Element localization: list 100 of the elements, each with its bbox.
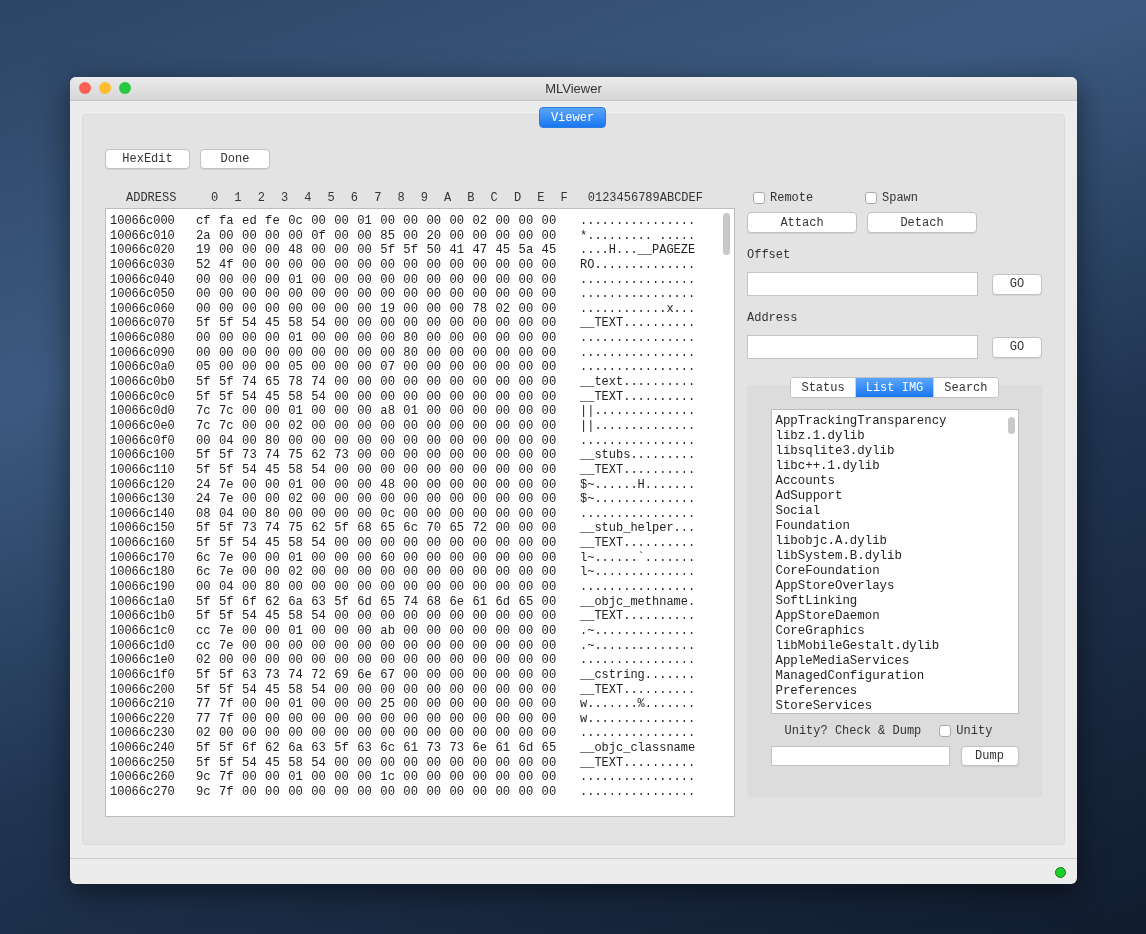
ascii-text: w............... <box>580 711 696 727</box>
close-button[interactable] <box>79 82 91 94</box>
hex-bytes: 02 00 00 00 00 00 00 00 00 00 00 00 00 00 00 00 <box>196 726 558 742</box>
minimize-button[interactable] <box>99 82 111 94</box>
address-cell-text: 10066c170 <box>110 550 176 566</box>
hex-bytes: 00 04 00 80 00 00 00 00 00 00 00 00 00 00 00 00 <box>196 433 558 449</box>
address-cell-text: 10066c220 <box>110 711 176 727</box>
scrollbar-thumb[interactable] <box>1007 417 1015 434</box>
toolbar-button[interactable]: HexEdit <box>105 149 190 169</box>
address-cell-text: 10066c0c0 <box>110 389 176 405</box>
ascii-text: RO.............. <box>580 257 696 273</box>
list-item[interactable]: AppStoreDaemon <box>775 609 1018 624</box>
address-field[interactable] <box>747 335 978 359</box>
address-cell-text: 10066c200 <box>110 682 176 698</box>
go-button[interactable]: GO <box>992 273 1042 295</box>
address-cell-text: 10066c120 <box>110 477 176 493</box>
ascii-text: __stubs......... <box>580 448 696 463</box>
ascii-text: ................ <box>580 360 696 376</box>
address-cell-text: 10066c010 <box>110 228 176 244</box>
ascii-text: ||.............. <box>580 418 696 434</box>
list-item[interactable]: AdSupport <box>775 489 1018 504</box>
hex-bytes: 5f 5f 54 45 58 54 00 00 00 00 00 00 00 00 00 00 <box>196 389 558 405</box>
address-cell-text: 10066c240 <box>110 741 176 756</box>
hex-bytes: 6c 7e 00 00 02 00 00 00 00 00 00 00 00 00 00 00 <box>196 565 558 580</box>
column-header: 9 <box>419 191 429 205</box>
list-item[interactable]: libsqlite3.dylib <box>775 444 1018 459</box>
list-item[interactable]: AppStoreOverlays <box>775 579 1018 594</box>
list-item[interactable]: Social <box>775 504 1018 519</box>
column-header: 8 <box>396 191 406 205</box>
address-cell-text: 10066c230 <box>110 726 176 742</box>
ascii-text: ................ <box>580 726 696 742</box>
ascii-text: ................ <box>580 287 696 302</box>
address-cell-text: 10066c150 <box>110 521 176 537</box>
list-item[interactable]: libz.1.dylib <box>775 429 1018 444</box>
list-item[interactable]: SoftLinking <box>775 594 1018 609</box>
checkbox[interactable]: Spawn <box>865 191 977 205</box>
ascii-text: __TEXT.......... <box>580 389 696 405</box>
scrollbar-thumb[interactable] <box>723 213 730 255</box>
offset-field[interactable] <box>747 272 978 296</box>
ascii-text: ................ <box>580 770 696 785</box>
hex-bytes: 5f 5f 54 45 58 54 00 00 00 00 00 00 00 00 00 00 <box>196 462 558 478</box>
list-item[interactable]: AppleMediaServices <box>775 654 1018 669</box>
column-header: F <box>559 191 569 205</box>
address-cell-text: 10066c210 <box>110 697 176 712</box>
column-header: E <box>536 191 546 205</box>
dump-field[interactable] <box>770 746 950 766</box>
hex-bytes: 19 00 00 00 48 00 00 00 5f 5f 50 41 47 45 5a 45 <box>196 243 558 258</box>
ascii-text: __TEXT.......... <box>580 755 696 771</box>
address-cell-text: 10066c0e0 <box>110 418 176 434</box>
unity-label: Unity? Check & Dump <box>784 724 922 738</box>
column-header: A <box>443 191 453 205</box>
go-button[interactable]: GO <box>992 336 1042 358</box>
checkbox[interactable]: Remote <box>753 191 865 205</box>
address-cell-text: 10066c030 <box>110 257 176 273</box>
address-cell-text: 10066c1f0 <box>110 667 176 683</box>
hex-bytes: cf fa ed fe 0c 00 00 01 00 00 00 00 02 00 00 00 <box>196 214 558 229</box>
hex-bytes: 7c 7c 00 00 01 00 00 00 a8 01 00 00 00 00 00 00 <box>196 404 558 419</box>
list-item[interactable]: StoreServices <box>775 699 1018 714</box>
list-item[interactable]: libMobileGestalt.dylib <box>775 639 1018 654</box>
dump-button[interactable]: Dump <box>960 746 1019 766</box>
hex-bytes: 00 00 00 00 00 00 00 00 19 00 00 00 78 02 00 00 <box>196 301 558 317</box>
column-header: 0 <box>210 191 220 205</box>
hex-bytes: 7c 7c 00 00 02 00 00 00 00 00 00 00 00 00 00 00 <box>196 418 558 434</box>
field-label: Address <box>747 311 799 326</box>
checkbox[interactable]: Unity <box>939 724 993 738</box>
action-button[interactable]: Detach <box>867 212 977 233</box>
address-cell-text: 10066c040 <box>110 272 176 288</box>
list-item[interactable]: ManagedConfiguration <box>775 669 1018 684</box>
ascii-text: ................ <box>580 653 696 668</box>
address-cell-text: 10066c190 <box>110 580 176 595</box>
column-header: ADDRESS <box>126 191 178 205</box>
list-item[interactable]: libc++.1.dylib <box>775 459 1018 474</box>
action-button[interactable]: Attach <box>747 212 857 233</box>
address-cell-text: 10066c180 <box>110 565 176 580</box>
hex-bytes: 77 7f 00 00 00 00 00 00 00 00 00 00 00 00 00 00 <box>196 711 558 727</box>
list-item[interactable]: AppTrackingTransparency <box>775 414 1018 429</box>
list-item[interactable]: Accounts <box>775 474 1018 489</box>
list-item[interactable]: libobjc.A.dylib <box>775 534 1018 549</box>
column-header: 0123456789ABCDEF <box>587 191 703 205</box>
list-item[interactable]: libSystem.B.dylib <box>775 549 1018 564</box>
zoom-button[interactable] <box>119 82 131 94</box>
list-item[interactable]: Preferences <box>775 684 1018 699</box>
ascii-text: .~.............. <box>580 638 696 654</box>
column-header: 3 <box>279 191 290 205</box>
segment-tab[interactable]: Search <box>933 378 998 397</box>
address-cell-text: 10066c160 <box>110 536 176 551</box>
address-cell-text: 10066c050 <box>110 287 176 302</box>
list-item[interactable]: CoreFoundation <box>775 564 1018 579</box>
toolbar-button[interactable]: Done <box>200 149 270 169</box>
hex-bytes: 2a 00 00 00 00 0f 00 00 85 00 20 00 00 00 00 00 <box>196 228 558 244</box>
hex-bytes: 00 00 00 00 01 00 00 00 00 80 00 00 00 00 00 00 <box>196 331 558 346</box>
address-cell-text: 10066c110 <box>110 462 176 478</box>
ascii-text: ....H...__PAGEZE <box>580 243 696 258</box>
hex-bytes: 00 04 00 80 00 00 00 00 00 00 00 00 00 00 00 00 <box>196 580 558 595</box>
list-item[interactable]: CoreGraphics <box>775 624 1018 639</box>
ascii-text: __objc_classname <box>580 741 696 756</box>
hex-bytes: 5f 5f 73 74 75 62 5f 68 65 6c 70 65 72 00 00 00 <box>196 521 558 537</box>
address-cell-text: 10066c020 <box>110 243 176 258</box>
address-cell-text: 10066c0b0 <box>110 375 176 390</box>
list-item[interactable]: Foundation <box>775 519 1018 534</box>
